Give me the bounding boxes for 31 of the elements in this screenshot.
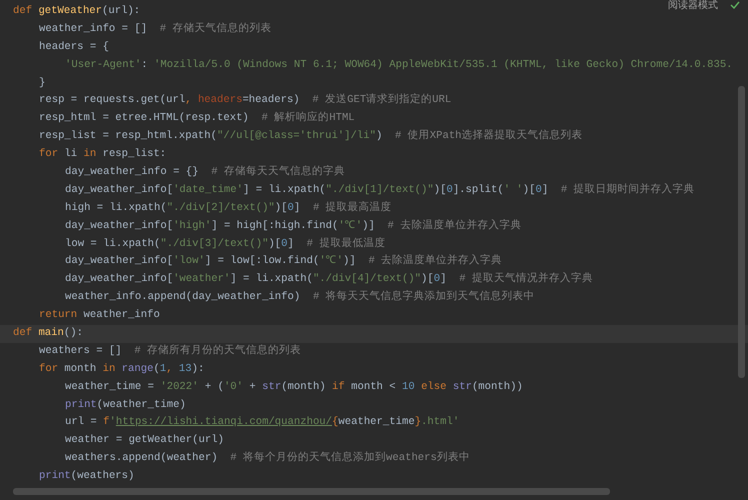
code-line: day_weather_info = {} # 存储每天天气信息的字典 — [64, 164, 345, 180]
code-line: weathers.append(weather) # 将每个月份的天气信息添加到weathers列表中 — [64, 450, 470, 466]
code-line: def getWeather(url): — [12, 4, 140, 19]
code-line: headers = { — [38, 40, 109, 55]
code-line: resp = requests.get(url, headers=headers) # 发送GET请求到指定的URL — [38, 92, 452, 108]
code-line: for month in range(1, 13): — [38, 362, 204, 377]
code-line: print(weathers) — [38, 469, 134, 484]
code-line: return weather_info — [38, 308, 160, 324]
code-line: weather_info.append(day_weather_info) # 将每天天气信息字典添加到天气信息列表中 — [64, 289, 535, 306]
code-line: high = li.xpath("./div[2]/text()")[0] # 提取最高温度 — [64, 200, 392, 216]
code-line: day_weather_info['weather'] = li.xpath("./div[4]/text()")[0] # 提取天气情况并存入字典 — [64, 271, 593, 288]
vertical-scrollbar[interactable] — [738, 86, 745, 378]
code-line: for li in resp_list: — [38, 147, 166, 162]
code-line: weather_time = '2022' + ('0' + str(month) if month < 10 else str(month)) — [64, 380, 523, 395]
reader-mode-label[interactable]: 阅读器模式 — [668, 0, 718, 12]
code-line: print(weather_time) — [64, 398, 186, 413]
code-line: weather = getWeather(url) — [64, 433, 224, 448]
code-line: day_weather_info['date_time'] = li.xpath("./div[1]/text()")[0].split(' ')[0] # 提取日期时间并存入字典 — [64, 182, 695, 198]
code-line: } — [38, 76, 46, 91]
code-line: low = li.xpath("./div[3]/text()")[0] # 提取最低温度 — [64, 236, 386, 252]
horizontal-scrollbar[interactable] — [13, 488, 610, 495]
code-line: url = f'https://lishi.tianqi.com/quanzhou/{weather_time}.html' — [64, 415, 460, 430]
code-line: resp_html = etree.HTML(resp.text) # 解析响应的HTML — [38, 110, 355, 126]
url-link[interactable]: https://lishi.tianqi.com/quanzhou/ — [116, 416, 332, 428]
code-line: day_weather_info['low'] = low[:low.find('℃')] # 去除温度单位并存入字典 — [64, 253, 502, 270]
code-line: 'User-Agent': 'Mozilla/5.0 (Windows NT 6.1; WOW64) AppleWebKit/535.1 (KHTML, like Gecko) Chrome/14.0.835. — [64, 58, 733, 73]
code-line: day_weather_info['high'] = high[:high.find('℃')] # 去除温度单位并存入字典 — [64, 218, 522, 234]
check-icon — [730, 1, 740, 9]
code-line: weather_info = [] # 存储天气信息的列表 — [38, 21, 272, 37]
code-line: resp_list = resp_html.xpath("//ul[@class='thrui']/li") # 使用XPath选择器提取天气信息列表 — [38, 128, 583, 144]
code-line: weathers = [] # 存储所有月份的天气信息的列表 — [38, 343, 302, 359]
